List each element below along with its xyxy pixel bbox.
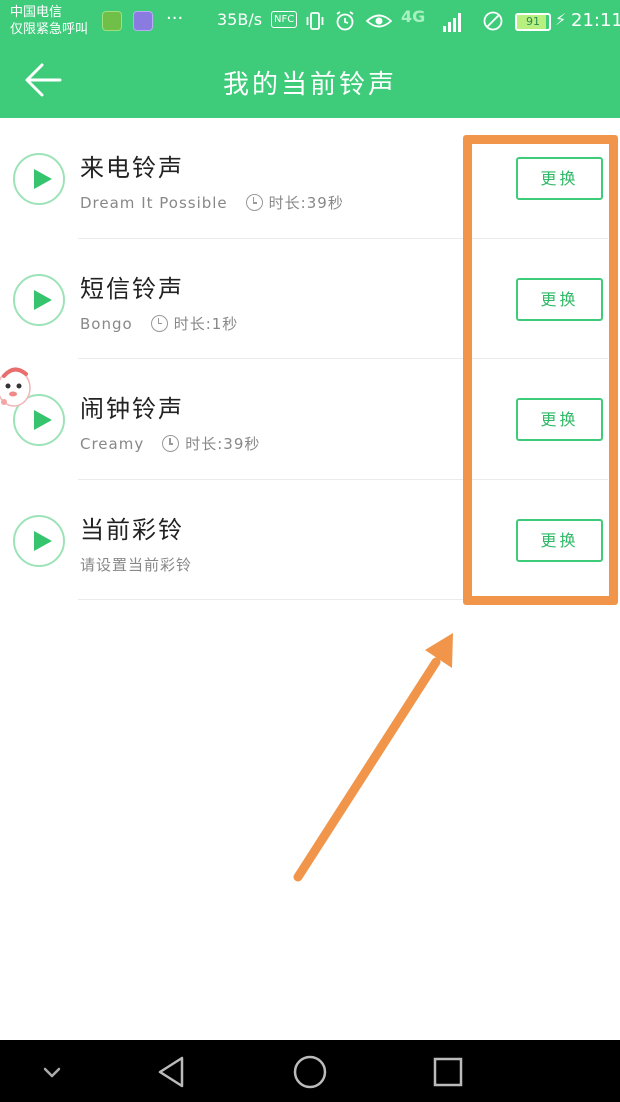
arrow-annotation-icon <box>293 633 453 882</box>
chevron-down-icon[interactable] <box>31 1051 73 1093</box>
triangle-back-icon[interactable] <box>152 1051 194 1093</box>
navigation-bar <box>0 1040 620 1102</box>
square-recent-icon[interactable] <box>427 1051 469 1093</box>
circle-home-icon[interactable] <box>289 1051 331 1093</box>
